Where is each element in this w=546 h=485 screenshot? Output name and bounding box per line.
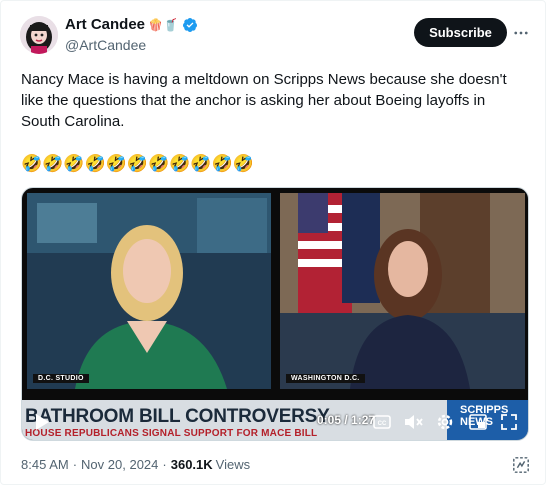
tweet-card: Art Candee 🍿🥤 @ArtCandee Subscribe Nancy… [0, 0, 546, 485]
picture-in-picture-icon[interactable] [468, 412, 488, 432]
left-location-label: D.C. STUDIO [33, 374, 89, 383]
tweet-text: Nancy Mace is having a meltdown on Scrip… [21, 71, 507, 130]
video-time: 0:05 / 1:27 [317, 413, 376, 427]
avatar[interactable] [20, 16, 58, 54]
fullscreen-icon[interactable] [499, 412, 519, 432]
verified-badge-icon[interactable] [182, 17, 198, 33]
chyron-subtitle: HOUSE REPUBLICANS SIGNAL SUPPORT FOR MAC… [25, 428, 318, 439]
name-emojis: 🍿🥤 [148, 17, 178, 32]
tweet-time[interactable]: 8:45 AM [21, 457, 69, 472]
svg-text:CC: CC [378, 421, 387, 427]
chyron-title: BATHROOM BILL CONTROVERSY [25, 406, 330, 427]
author-name-row: Art Candee 🍿🥤 [65, 16, 198, 33]
settings-icon[interactable] [435, 412, 455, 432]
separator-dot: · [72, 457, 78, 472]
display-name[interactable]: Art Candee [65, 16, 145, 33]
subscribe-button[interactable]: Subscribe [414, 18, 507, 47]
tweet-emojis: 🤣🤣🤣🤣🤣🤣🤣🤣🤣🤣🤣 [21, 154, 254, 173]
right-location-label: WASHINGTON D.C. [286, 374, 365, 383]
more-horizontal-icon[interactable] [512, 24, 530, 42]
play-icon[interactable] [32, 412, 52, 432]
captions-icon[interactable]: CC [372, 412, 392, 432]
tweet-meta: 8:45 AM · Nov 20, 2024 · 360.1K Views [21, 457, 250, 472]
mute-icon[interactable] [403, 412, 423, 432]
video-frame-right: WASHINGTON D.C. [280, 193, 525, 389]
views-label: Views [215, 457, 251, 472]
video-player[interactable]: D.C. STUDIO WASHINGTON D.C. BATHROOM BIL… [21, 187, 529, 441]
separator-dot: · [162, 457, 167, 472]
tweet-date[interactable]: Nov 20, 2024 [81, 457, 158, 472]
grok-analyze-icon[interactable] [512, 456, 530, 474]
author-handle[interactable]: @ArtCandee [65, 37, 146, 53]
views-count: 360.1K [170, 457, 213, 472]
video-frame-left: D.C. STUDIO [27, 193, 271, 389]
